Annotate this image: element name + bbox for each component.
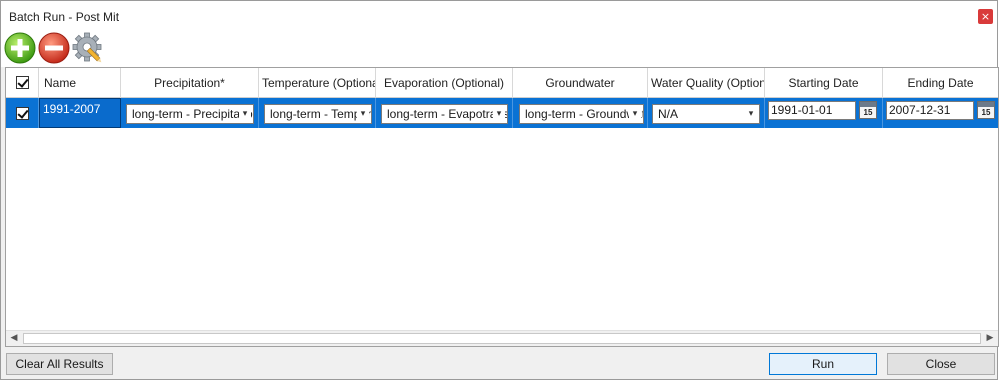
starting-date-field[interactable]: 1991-01-01 [768, 101, 856, 120]
add-row-button[interactable] [3, 31, 37, 65]
settings-button[interactable] [71, 31, 105, 65]
temperature-cell: long-term - Temperature ▾ [259, 98, 376, 128]
chevron-down-icon: ▾ [493, 105, 505, 123]
column-header-temperature[interactable]: Temperature (Optional) [259, 68, 376, 98]
water-quality-value: N/A [658, 107, 679, 121]
calendar-icon[interactable]: 15 [977, 101, 995, 119]
column-header-groundwater[interactable]: Groundwater [513, 68, 648, 98]
calendar-icon[interactable]: 15 [859, 101, 877, 119]
groundwater-value: long-term - Groundwater [525, 107, 644, 121]
ending-date-field[interactable]: 2007-12-31 [886, 101, 974, 120]
evaporation-cell: long-term - Evapotranspiration ▾ [376, 98, 513, 128]
temperature-dropdown[interactable]: long-term - Temperature ▾ [264, 104, 372, 124]
precipitation-dropdown[interactable]: long-term - Precipitation ▾ [126, 104, 254, 124]
batch-grid: Name Precipitation* Temperature (Optiona… [5, 67, 999, 347]
water-quality-cell: N/A ▾ [648, 98, 765, 128]
scrollbar-thumb[interactable] [23, 333, 981, 344]
horizontal-scrollbar[interactable]: ◀ ▶ [6, 330, 998, 346]
chevron-down-icon: ▾ [239, 105, 251, 123]
precipitation-value: long-term - Precipitation [132, 107, 254, 121]
remove-icon [38, 32, 70, 64]
water-quality-dropdown[interactable]: N/A ▾ [652, 104, 760, 124]
groundwater-cell: long-term - Groundwater ▾ [513, 98, 648, 128]
remove-row-button[interactable] [37, 31, 71, 65]
select-all-column [6, 68, 39, 98]
column-header-precipitation[interactable]: Precipitation* [121, 68, 259, 98]
toolbar [1, 31, 997, 67]
precipitation-cell: long-term - Precipitation ▾ [121, 98, 259, 128]
ending-date-cell: 2007-12-31 15 [883, 98, 998, 128]
evaporation-dropdown[interactable]: long-term - Evapotranspiration ▾ [381, 104, 508, 124]
batch-run-window: Batch Run - Post Mit × Name Precipitatio… [0, 0, 999, 380]
groundwater-dropdown[interactable]: long-term - Groundwater ▾ [519, 104, 644, 124]
starting-date-cell: 1991-01-01 15 [765, 98, 883, 128]
calendar-day-label: 15 [981, 108, 991, 117]
scroll-right-icon[interactable]: ▶ [982, 331, 998, 346]
chevron-down-icon: ▾ [629, 105, 641, 123]
column-header-ending-date[interactable]: Ending Date [883, 68, 998, 98]
run-button[interactable]: Run [769, 353, 877, 375]
close-button[interactable]: Close [887, 353, 995, 375]
scroll-left-icon[interactable]: ◀ [6, 331, 22, 346]
table-row[interactable]: 1991-2007 long-term - Precipitation ▾ lo… [6, 98, 998, 128]
window-title: Batch Run - Post Mit [9, 10, 120, 24]
select-all-checkbox[interactable] [16, 76, 29, 89]
clear-all-results-button[interactable]: Clear All Results [6, 353, 113, 375]
column-header-evaporation[interactable]: Evaporation (Optional) [376, 68, 513, 98]
column-header-name[interactable]: Name [39, 68, 121, 98]
evaporation-value: long-term - Evapotranspiration [387, 107, 507, 121]
row-checkbox[interactable] [16, 107, 29, 120]
add-icon [4, 32, 36, 64]
title-bar: Batch Run - Post Mit × [1, 1, 997, 31]
calendar-day-label: 15 [863, 108, 873, 117]
settings-icon [72, 32, 102, 63]
grid-header: Name Precipitation* Temperature (Optiona… [6, 68, 998, 98]
column-header-water-quality[interactable]: Water Quality (Optional) [648, 68, 765, 98]
row-name-cell[interactable]: 1991-2007 [39, 98, 121, 128]
row-select-cell [6, 98, 39, 128]
chevron-down-icon: ▾ [745, 105, 757, 123]
chevron-down-icon: ▾ [357, 105, 369, 123]
close-window-button[interactable]: × [978, 9, 993, 24]
column-header-starting-date[interactable]: Starting Date [765, 68, 883, 98]
